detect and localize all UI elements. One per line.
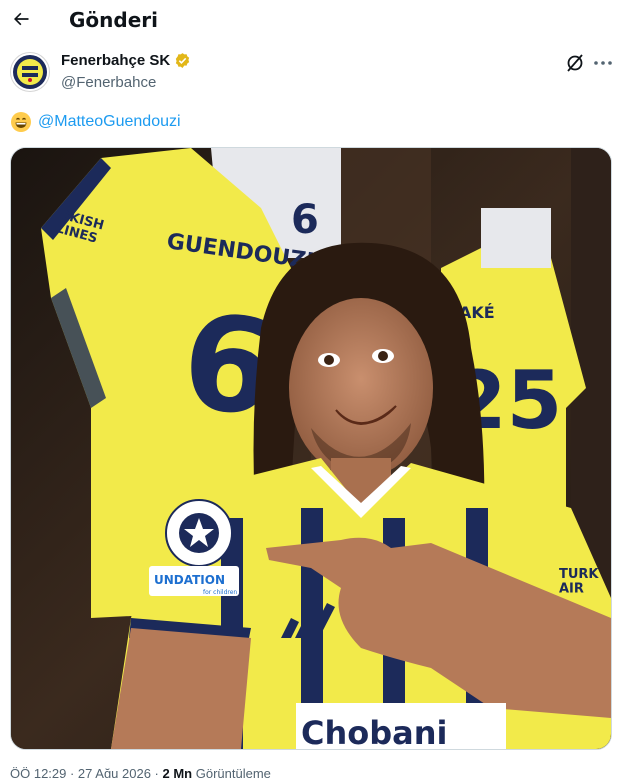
locker-room-photo: 6 GUENDOUZI 6 RKISHLINES AKÉ 25 UNDATION…: [11, 148, 611, 749]
more-dots-icon: [594, 61, 612, 65]
author-handle[interactable]: @Fenerbahce: [61, 74, 156, 91]
page-title: Gönderi: [69, 8, 158, 32]
sleeve-badge-sub: for children: [203, 589, 237, 596]
tweet-meta: ÖÖ 12:29 · 27 Ağu 2026 · 2 Mn Görüntülem…: [10, 766, 271, 778]
tweet-timestamp[interactable]: ÖÖ 12:29 · 27 Ağu 2026 ·: [10, 766, 163, 778]
front-sponsor: Chobani: [301, 714, 448, 749]
arrow-left-icon: [14, 12, 29, 26]
avatar[interactable]: [10, 52, 50, 92]
grok-icon: [567, 54, 583, 72]
author-name[interactable]: Fenerbahçe SK: [61, 52, 191, 69]
fenerbahce-crest-icon: [13, 55, 47, 89]
more-options-button[interactable]: [592, 52, 614, 74]
grinning-face-emoji-icon: [11, 112, 31, 132]
tweet-author: Fenerbahçe SK @Fenerbahce: [0, 46, 620, 102]
grok-button[interactable]: [564, 52, 586, 74]
author-name-text: Fenerbahçe SK: [61, 52, 171, 69]
view-count: 2 Mn: [162, 766, 193, 778]
tweet-text: @MatteoGuendouzi: [10, 110, 181, 134]
sleeve-badge: UNDATION: [154, 573, 225, 587]
verified-badge-icon: [176, 53, 190, 68]
back-button[interactable]: [8, 6, 34, 32]
mention-link[interactable]: @MatteoGuendouzi: [38, 113, 181, 131]
top-jersey-number: 6: [291, 197, 319, 243]
top-bar: Gönderi: [0, 0, 620, 42]
tweet-photo[interactable]: 6 GUENDOUZI 6 RKISHLINES AKÉ 25 UNDATION…: [10, 147, 612, 750]
view-label: Görüntüleme: [192, 766, 271, 778]
